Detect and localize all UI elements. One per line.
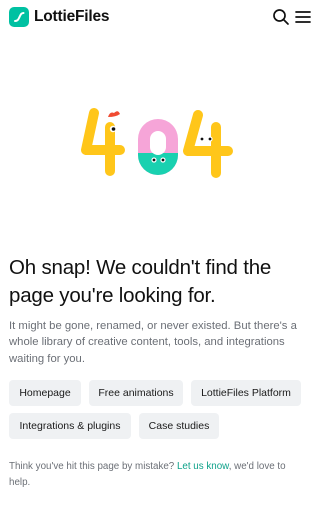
page-title: Oh snap! We couldn't find the page you'r… <box>9 256 272 307</box>
link-free-animations[interactable]: Free animations <box>89 380 183 406</box>
footer-note: Think you've hit this page by mistake? L… <box>9 459 309 491</box>
brand-name: LottieFiles <box>34 8 110 25</box>
footer-note-prefix: Think you've hit this page by mistake? <box>9 461 177 472</box>
search-icon[interactable] <box>272 8 290 26</box>
digit-four-right <box>183 110 233 178</box>
hamburger-menu-icon[interactable] <box>294 8 312 26</box>
lottiefiles-logo-icon <box>9 7 29 27</box>
link-lottiefiles-platform[interactable]: LottieFiles Platform <box>191 380 301 406</box>
digit-four-left <box>81 108 125 176</box>
link-homepage[interactable]: Homepage <box>9 380 81 406</box>
link-case-studies[interactable]: Case studies <box>139 413 219 439</box>
digit-zero <box>138 119 178 175</box>
page-description: It might be gone, renamed, or never exis… <box>9 320 297 365</box>
brand-logo[interactable]: LottieFiles <box>9 7 110 27</box>
site-header: LottieFiles <box>0 0 319 34</box>
link-integrations-plugins[interactable]: Integrations & plugins <box>9 413 131 439</box>
404-illustration <box>80 105 240 195</box>
let-us-know-link[interactable]: Let us know <box>177 461 229 472</box>
